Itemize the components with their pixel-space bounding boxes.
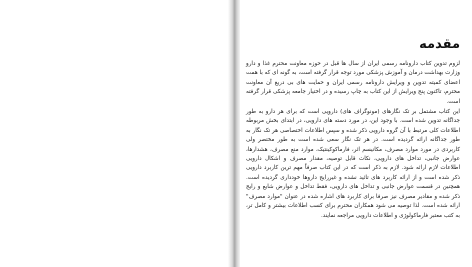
section-heading: مقدمه	[419, 37, 460, 52]
right-page: مقدمه لزوم تدوین کتاب دارونامه رسمی ایرا…	[240, 0, 472, 267]
paragraph-intro: لزوم تدوین کتاب دارونامه رسمی ایران از س…	[246, 61, 460, 105]
book-spine	[228, 0, 240, 267]
left-page	[0, 0, 228, 267]
paragraph-monographs: این کتاب مشتمل بر تک نگارهای (مونوگراف ه…	[246, 109, 460, 219]
body-text: لزوم تدوین کتاب دارونامه رسمی ایران از س…	[246, 60, 460, 222]
